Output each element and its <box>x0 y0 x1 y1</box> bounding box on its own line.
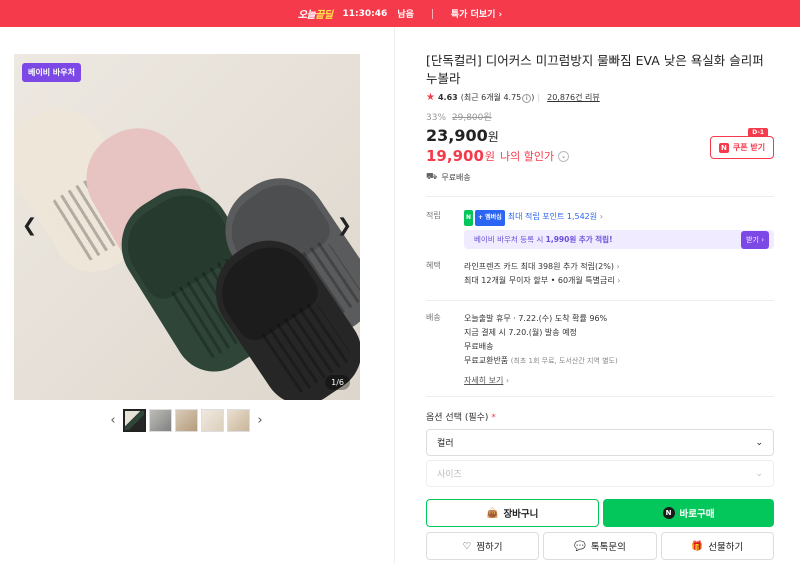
thumbnail-strip: ‹ › <box>106 409 267 432</box>
talk-inquiry-button[interactable]: 💬 톡톡문의 <box>543 532 657 560</box>
thumbnail-4[interactable] <box>201 409 224 432</box>
rating-detail: (최근 6개월 4.75 i) <box>460 93 535 103</box>
product-title: [단독컬러] 디어커스 미끄럼방지 물빠짐 EVA 낮은 욕실화 슬리퍼 누볼라 <box>426 53 764 86</box>
voucher-get-button[interactable]: 받기 › <box>741 230 769 249</box>
delivery-section: 배송 오늘출발 휴무 · 7.22.(수) 도착 확률 96% 지금 결제 시 … <box>426 312 774 388</box>
size-select[interactable]: 사이즈 ⌄ <box>426 460 774 487</box>
countdown-suffix: 남음 <box>397 10 414 20</box>
discount-row: 33% 29,800원 <box>426 110 774 123</box>
reviews-link[interactable]: 20,876건 리뷰 <box>547 92 600 103</box>
naver-n-icon: N <box>718 142 729 153</box>
options-section: 옵션 선택 (필수) * 컬러 ⌄ 사이즈 ⌄ <box>426 410 774 487</box>
original-price: 29,800원 <box>451 113 492 123</box>
chevron-down-icon[interactable]: ⌄ <box>558 150 570 162</box>
points-section: 적립 N + 멤버십 최대 적립 포인트 1,542원 › 베이비 바우처 등록 시… <box>426 210 774 249</box>
thumbnail-5[interactable] <box>227 409 250 432</box>
divider: | <box>537 93 541 102</box>
gift-button[interactable]: 🎁 선물하기 <box>660 532 774 560</box>
divider <box>431 8 433 19</box>
truck-icon: ⛟ <box>426 172 438 182</box>
chevron-down-icon: ⌄ <box>755 437 763 448</box>
product-image[interactable]: 베이비 바우처 ❮ ❯ 1/6 <box>14 54 360 400</box>
countdown-timer: 11:30:46 <box>342 8 388 19</box>
star-icon: ★ <box>426 92 435 103</box>
deals-more-link[interactable]: 특가 더보기 › <box>451 7 502 20</box>
rating-score: 4.63 <box>437 93 458 102</box>
shipping-row: ⛟ 무료배송 <box>426 172 471 182</box>
divider <box>426 300 774 301</box>
chat-bubble-icon: 💬 <box>574 540 586 552</box>
free-shipping: 무료배송 <box>464 342 494 351</box>
buy-now-button[interactable]: N 바로구매 <box>603 499 774 527</box>
naver-n-icon: N <box>662 507 675 519</box>
info-icon[interactable]: i <box>522 94 532 103</box>
divider <box>426 196 774 197</box>
divider <box>426 396 774 397</box>
column-divider <box>394 27 395 563</box>
thumbnail-2[interactable] <box>149 409 172 432</box>
product-info: [단독컬러] 디어커스 미끄럼방지 물빠짐 EVA 낮은 욕실화 슬리퍼 누볼라… <box>426 52 774 560</box>
secondary-actions: ♡ 찜하기 💬 톡톡문의 🎁 선물하기 <box>426 532 774 560</box>
primary-actions: 👜 장바구니 N 바로구매 <box>426 499 774 527</box>
promo-logo: 오늘끝딜 <box>297 10 333 21</box>
card-benefit[interactable]: 라인프렌즈 카드 최대 398원 추가 적립(2%) › <box>464 260 774 274</box>
thumb-next-icon[interactable]: › <box>253 413 267 428</box>
thumbnail-3[interactable] <box>175 409 198 432</box>
max-points[interactable]: N + 멤버십 최대 적립 포인트 1,542원 › <box>464 210 774 226</box>
heart-icon: ♡ <box>462 540 472 552</box>
shopping-bag-icon: 👜 <box>486 507 499 519</box>
options-title: 옵션 선택 (필수) * <box>426 413 496 423</box>
points-key: 적립 <box>426 211 441 220</box>
top-promo-banner: 오늘끝딜 11:30:46 남음 특가 더보기 › <box>0 0 800 27</box>
chevron-left-icon[interactable]: ❮ <box>22 217 37 235</box>
coupon-button[interactable]: D-1 N 쿠폰 받기 <box>710 128 774 159</box>
cart-button[interactable]: 👜 장바구니 <box>426 499 599 527</box>
delivery-eta: 오늘출발 휴무 · 7.22.(수) 도착 확률 96% <box>464 314 608 323</box>
installment-benefit[interactable]: 최대 12개월 무이자 할부 • 60개월 특별금리 › <box>464 274 774 288</box>
chevron-right-icon[interactable]: ❯ <box>337 217 352 235</box>
dispatch-date: 지금 결제 시 7.20.(월) 발송 예정 <box>464 328 577 337</box>
baby-voucher-banner[interactable]: 베이비 바우처 등록 시 1,990원 추가 적립! 받기 › <box>464 230 774 249</box>
delivery-detail-link[interactable]: 자세히 보기 › <box>464 374 774 388</box>
coupon-dday-badge: D-1 <box>748 128 768 137</box>
thumb-prev-icon[interactable]: ‹ <box>106 413 120 428</box>
thumbnail-1[interactable] <box>123 409 146 432</box>
gift-icon: 🎁 <box>691 540 704 552</box>
benefits-section: 혜택 라인프렌즈 카드 최대 398원 추가 적립(2%) › 최대 12개월 … <box>426 260 774 288</box>
wish-button[interactable]: ♡ 찜하기 <box>426 532 540 560</box>
free-return: 무료교환반품 (최초 1회 무료, 도서산간 지역 별도) <box>464 356 618 365</box>
baby-voucher-badge: 베이비 바우처 <box>22 63 81 82</box>
discount-rate: 33% <box>426 113 447 123</box>
color-select[interactable]: 컬러 ⌄ <box>426 429 774 456</box>
rating-row: ★ 4.63 (최근 6개월 4.75 i) | 20,876건 리뷰 <box>426 92 774 103</box>
image-counter: 1/6 <box>325 375 350 390</box>
chevron-down-icon: ⌄ <box>755 468 763 479</box>
